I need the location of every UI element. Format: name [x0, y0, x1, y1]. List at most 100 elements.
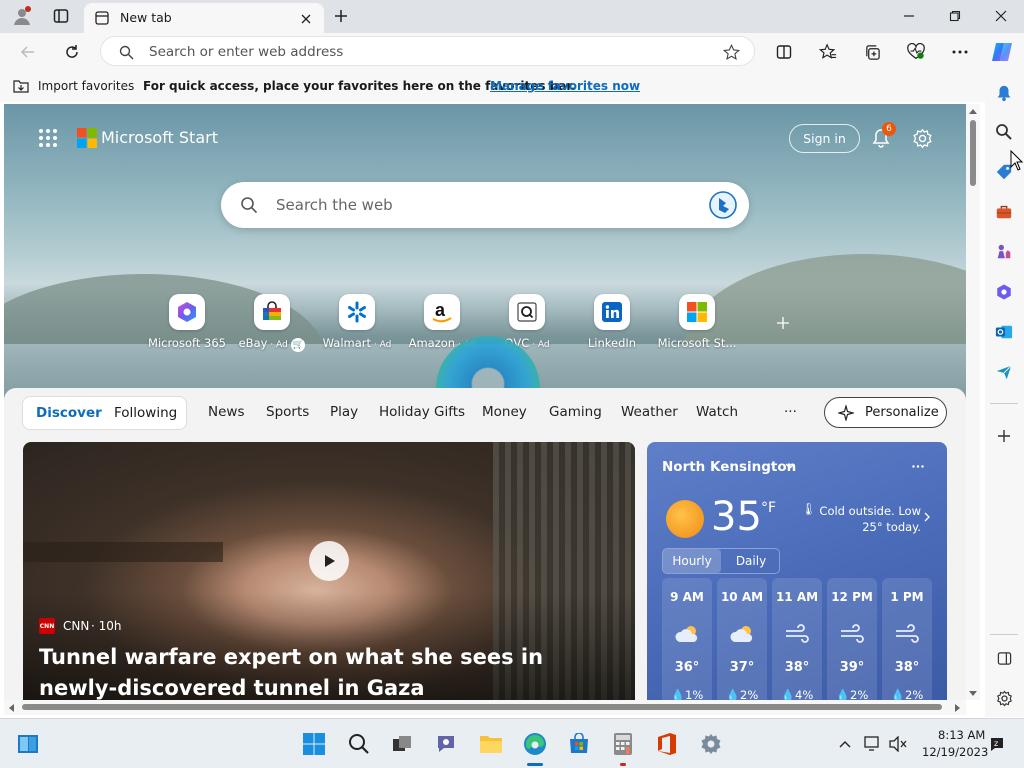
sign-in-button[interactable]: Sign in — [789, 124, 860, 153]
calculator-icon[interactable] — [609, 730, 637, 758]
tab-close-icon[interactable] — [296, 9, 316, 29]
new-tab-icon[interactable] — [330, 5, 352, 27]
weather-more-icon[interactable] — [909, 458, 927, 474]
hourly-forecast-11am: 11 AM 38° 💧4% — [772, 578, 822, 700]
vertical-scroll-thumb[interactable] — [970, 120, 976, 186]
tab-following[interactable]: Following — [114, 405, 177, 421]
task-view-icon[interactable] — [388, 730, 416, 758]
bell-icon[interactable] — [992, 81, 1016, 105]
tab-new-tab[interactable]: New tab — [84, 3, 324, 33]
file-explorer-icon[interactable] — [477, 730, 505, 758]
cnn-logo-icon: CNN — [39, 618, 55, 634]
vertical-scrollbar[interactable] — [966, 104, 980, 700]
settings-and-more-icon[interactable] — [948, 40, 972, 64]
nav-weather[interactable]: Weather — [621, 404, 678, 420]
horizontal-scrollbar[interactable] — [4, 700, 966, 715]
top-story-card[interactable]: CNN CNN · 10h Tunnel warfare expert on w… — [23, 442, 635, 700]
hero-background: Microsoft Start Sign in 6 Search the web… — [4, 104, 966, 444]
settings-taskbar-icon[interactable] — [697, 730, 725, 758]
favorites-icon[interactable] — [816, 40, 840, 64]
edge-browser-icon[interactable] — [521, 730, 549, 758]
back-icon[interactable] — [16, 40, 40, 64]
copilot-icon[interactable] — [988, 38, 1016, 66]
page-settings-gear-icon[interactable] — [909, 125, 935, 151]
nav-play[interactable]: Play — [330, 404, 358, 420]
import-favorites-icon[interactable] — [12, 78, 30, 94]
nav-gaming[interactable]: Gaming — [549, 404, 602, 420]
office-icon[interactable] — [653, 730, 681, 758]
clock-time[interactable]: 8:13 AM — [938, 728, 985, 742]
quick-link-linkedin[interactable]: LinkedIn — [572, 294, 652, 350]
widgets-icon[interactable] — [14, 730, 42, 758]
hour-temp: 38° — [784, 660, 810, 675]
send-icon[interactable] — [992, 360, 1016, 384]
refresh-icon[interactable] — [60, 40, 84, 64]
nav-watch[interactable]: Watch — [696, 404, 738, 420]
microsoft-logo-icon — [76, 127, 98, 149]
tab-daily-label: Daily — [735, 554, 767, 568]
hour-precip: 💧2% — [835, 688, 869, 700]
clock-date[interactable]: 12/19/2023 — [922, 745, 988, 759]
split-screen-icon[interactable] — [772, 40, 796, 64]
close-window-icon[interactable] — [988, 4, 1014, 28]
microsoft-365-sidebar-icon[interactable] — [992, 280, 1016, 304]
hour-precip-value: 2% — [850, 688, 869, 700]
show-hidden-icons-chevron-icon[interactable] — [836, 735, 854, 753]
scroll-left-arrow-icon[interactable] — [6, 702, 16, 713]
web-search-box[interactable]: Search the web — [221, 182, 749, 228]
story-headline[interactable]: Tunnel warfare expert on what she sees i… — [39, 642, 599, 700]
outlook-icon[interactable] — [992, 320, 1016, 344]
app-launcher-icon[interactable] — [36, 126, 60, 150]
weather-card[interactable]: North Kensington 35 °F 🌡 Cold outside. L… — [647, 442, 947, 700]
workspaces-icon[interactable] — [49, 4, 73, 28]
quick-link-ebay[interactable]: eBay · Ad 🛒 — [232, 294, 312, 352]
hour-precip-value: 2% — [905, 688, 924, 700]
notification-center-icon[interactable]: z — [987, 734, 1007, 754]
games-chess-icon[interactable] — [992, 240, 1016, 264]
nav-more-button[interactable]: ··· — [784, 404, 797, 420]
horizontal-scroll-thumb[interactable] — [22, 704, 942, 710]
personalize-button[interactable]: Personalize — [824, 397, 947, 428]
tab-hourly[interactable]: Hourly — [663, 549, 721, 573]
taskbar-search-icon[interactable] — [345, 730, 373, 758]
scroll-down-arrow-icon[interactable] — [967, 688, 979, 698]
location-chevron-down-icon[interactable] — [783, 459, 797, 473]
teams-chat-icon[interactable] — [432, 730, 460, 758]
add-favorite-star-icon[interactable] — [721, 42, 741, 62]
microsoft-store-taskbar-icon[interactable] — [565, 730, 593, 758]
network-icon[interactable] — [863, 734, 883, 754]
weather-location[interactable]: North Kensington — [662, 459, 796, 475]
import-favorites-button[interactable]: Import favorites — [38, 79, 134, 93]
profile-icon[interactable] — [10, 4, 34, 28]
scroll-right-arrow-icon[interactable] — [952, 702, 962, 713]
nav-holiday-gifts[interactable]: Holiday Gifts — [379, 404, 465, 420]
tools-briefcase-icon[interactable] — [992, 200, 1016, 224]
hide-sidebar-icon[interactable] — [992, 646, 1016, 670]
tab-daily[interactable]: Daily — [721, 549, 781, 573]
weather-next-chevron-icon[interactable] — [921, 510, 933, 524]
nav-sports[interactable]: Sports — [266, 404, 309, 420]
sidebar-search-icon[interactable] — [992, 120, 1016, 144]
nav-news[interactable]: News — [208, 404, 244, 420]
browser-essentials-icon[interactable] — [904, 40, 928, 64]
manage-favorites-link[interactable]: Manage favorites now — [490, 79, 640, 93]
sidebar-settings-icon[interactable] — [992, 686, 1016, 710]
add-to-sidebar-icon[interactable] — [992, 424, 1016, 448]
quick-link-walmart[interactable]: Walmart · Ad — [317, 294, 397, 350]
add-quick-link-icon[interactable] — [772, 312, 794, 334]
tab-discover[interactable]: Discover — [36, 405, 102, 421]
minimize-icon[interactable] — [896, 4, 922, 28]
volume-muted-icon[interactable] — [888, 734, 908, 754]
scroll-up-arrow-icon[interactable] — [967, 106, 979, 116]
quick-link-microsoft-365[interactable]: Microsoft 365 — [147, 294, 227, 350]
collections-icon[interactable] — [860, 40, 884, 64]
play-video-icon[interactable] — [309, 541, 349, 581]
nav-money[interactable]: Money — [482, 404, 527, 420]
address-bar[interactable]: Search or enter web address — [100, 36, 755, 66]
quick-link-label: Amazon — [408, 336, 456, 350]
restore-icon[interactable] — [942, 4, 968, 28]
bing-chat-icon[interactable] — [707, 189, 739, 221]
tab-title: New tab — [120, 10, 172, 25]
quick-link-microsoft-store[interactable]: Microsoft St... — [657, 294, 737, 350]
start-windows-icon[interactable] — [300, 730, 328, 758]
